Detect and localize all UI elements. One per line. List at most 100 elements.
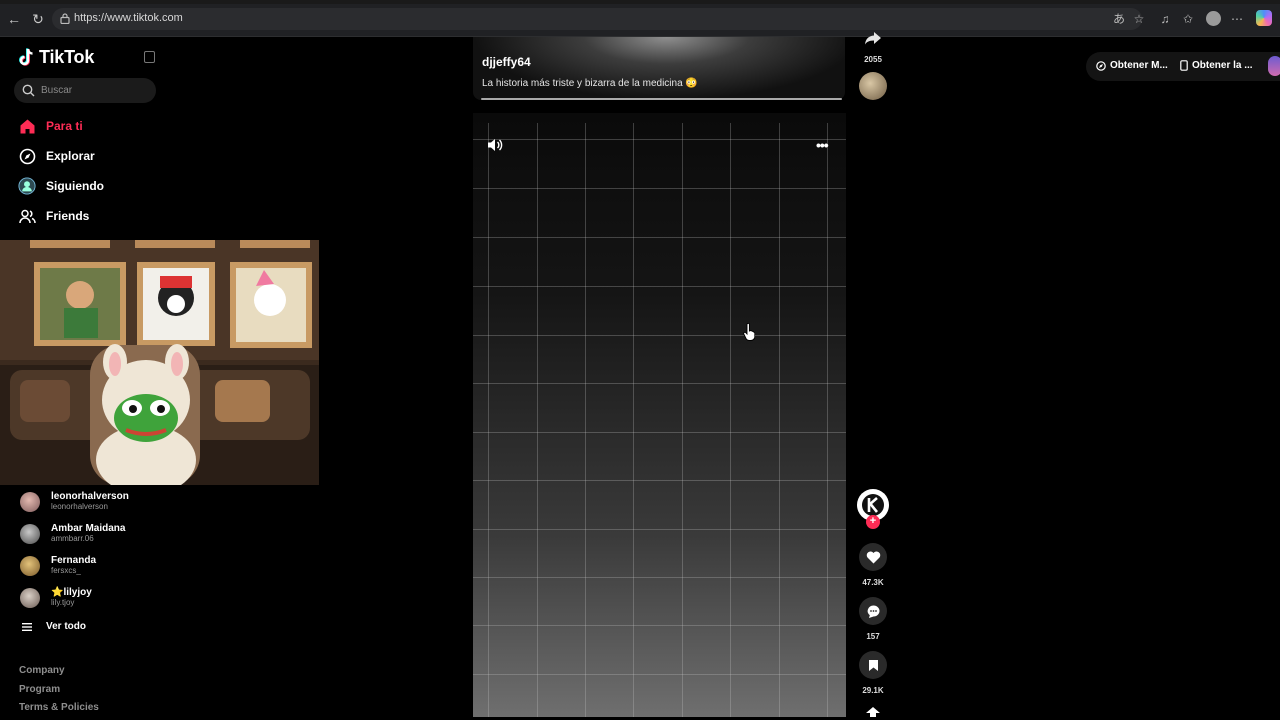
share-count: 2055 <box>864 55 882 64</box>
sidebar-item-label: Siguiendo <box>46 179 104 193</box>
following-item[interactable]: Fernanda fersxcs_ <box>20 555 96 576</box>
sidebar-item-para-ti[interactable]: Para ti <box>18 117 83 135</box>
footer-link-program[interactable]: Program <box>19 684 60 695</box>
grid-line <box>473 383 846 384</box>
sidebar-item-explorar[interactable]: Explorar <box>18 147 95 165</box>
share-button[interactable] <box>859 24 887 52</box>
following-handle: fersxcs_ <box>51 566 81 575</box>
see-all-link[interactable]: Ver todo <box>22 621 86 632</box>
search-placeholder: Buscar <box>41 85 73 96</box>
tab-strip <box>0 0 1280 4</box>
more-options-icon[interactable]: ••• <box>816 137 829 153</box>
sidebar-item-siguiendo[interactable]: Siguiendo <box>18 177 104 195</box>
grid-line <box>473 577 846 578</box>
copilot-icon[interactable] <box>1256 10 1272 26</box>
get-app-button[interactable]: Obtener M... <box>1096 60 1168 71</box>
profile-avatar[interactable] <box>1206 11 1221 26</box>
previous-creator-avatar[interactable] <box>859 72 887 100</box>
tiktok-note-icon <box>19 47 33 66</box>
follow-plus-button[interactable]: + <box>866 515 880 529</box>
save-button[interactable] <box>859 651 887 679</box>
get-mobile-app-button[interactable]: Obtener la ... <box>1180 60 1253 71</box>
tiktok-logo[interactable]: TikTok <box>19 47 94 68</box>
list-icon <box>22 622 32 631</box>
following-name: Ambar Maidana <box>51 523 126 534</box>
logo-text: TikTok <box>39 47 95 67</box>
grid-line <box>473 188 846 189</box>
like-count: 47.3K <box>862 578 884 587</box>
following-handle: leonorhalverson <box>51 502 108 511</box>
comment-count: 157 <box>866 632 880 641</box>
following-name: Fernanda <box>51 555 97 566</box>
back-icon[interactable]: ← <box>6 11 22 27</box>
share-icon <box>866 707 880 717</box>
footer-link-company[interactable]: Company <box>19 665 65 676</box>
compass-icon <box>1096 60 1106 71</box>
grid-line <box>730 123 731 717</box>
grid-line <box>585 123 586 717</box>
share-button-next[interactable] <box>859 704 887 720</box>
sidebar-item-friends[interactable]: Friends <box>18 207 89 225</box>
video-player[interactable] <box>473 113 846 717</box>
video-progress-bar[interactable] <box>481 98 842 100</box>
avatar <box>20 587 40 608</box>
sidebar-item-label: Friends <box>46 209 90 223</box>
address-bar[interactable]: https://www.tiktok.com <box>52 8 1142 30</box>
profile-thumbnail[interactable] <box>1268 56 1280 76</box>
video-author[interactable]: djjeffy64 <box>482 55 531 69</box>
following-icon <box>18 177 36 195</box>
heart-icon <box>866 551 880 563</box>
search-icon <box>22 84 35 97</box>
footer-link-terms[interactable]: Terms & Policies <box>19 702 99 713</box>
get-mobile-app-label: Obtener la ... <box>1192 60 1253 71</box>
following-item[interactable]: ⭐lilyjoy lily.tjoy <box>20 587 92 608</box>
sidebar-item-label: Para ti <box>46 119 83 133</box>
grid-line <box>473 529 846 530</box>
share-icon <box>865 32 881 45</box>
following-item[interactable]: leonorhalverson leonorhalverson <box>20 491 129 512</box>
grid-line <box>473 432 846 433</box>
collapse-sidebar-icon[interactable] <box>144 51 155 63</box>
volume-icon[interactable] <box>486 137 504 153</box>
grid-line <box>473 674 846 675</box>
grid-line <box>682 123 683 717</box>
grid-line <box>473 286 846 287</box>
favorites-icon[interactable]: ✩ <box>1181 12 1195 26</box>
grid-line <box>779 123 780 717</box>
search-input[interactable]: Buscar <box>14 78 156 103</box>
streamer-avatar-image <box>0 240 319 485</box>
following-handle: lily.tjoy <box>51 598 75 607</box>
following-handle: ammbarr.06 <box>51 534 94 543</box>
following-item[interactable]: Ambar Maidana ammbarr.06 <box>20 523 125 544</box>
like-button[interactable] <box>859 543 887 571</box>
grid-line <box>827 123 828 717</box>
bookmark-icon <box>868 659 878 671</box>
following-name: ⭐lilyjoy <box>51 587 92 598</box>
hand-cursor-icon <box>743 323 755 341</box>
compass-icon <box>19 148 35 164</box>
grid-line <box>473 237 846 238</box>
see-all-label: Ver todo <box>46 621 87 632</box>
avatar <box>20 523 40 544</box>
comment-icon <box>867 605 879 618</box>
translate-icon[interactable]: あ <box>1112 12 1126 26</box>
avatar <box>20 555 40 576</box>
star-icon[interactable]: ☆ <box>1132 12 1146 26</box>
comment-button[interactable] <box>859 597 887 625</box>
friends-icon <box>18 209 36 223</box>
home-icon <box>20 119 34 133</box>
grid-line <box>488 123 489 717</box>
video-caption: La historia más triste y bizarra de la m… <box>482 78 698 89</box>
url-text[interactable]: https://www.tiktok.com <box>74 12 183 24</box>
creator-logo-icon <box>862 494 884 516</box>
save-count: 29.1K <box>862 686 884 695</box>
grid-line <box>473 139 846 140</box>
site-info-icon[interactable] <box>60 13 70 24</box>
menu-dots-icon[interactable]: ⋯ <box>1230 12 1244 26</box>
avatar <box>20 491 40 512</box>
grid-line <box>633 123 634 717</box>
media-icon[interactable]: ♫ <box>1158 12 1172 26</box>
phone-icon <box>1180 60 1188 71</box>
following-name: leonorhalverson <box>51 491 129 502</box>
reload-icon[interactable]: ↻ <box>30 11 46 27</box>
